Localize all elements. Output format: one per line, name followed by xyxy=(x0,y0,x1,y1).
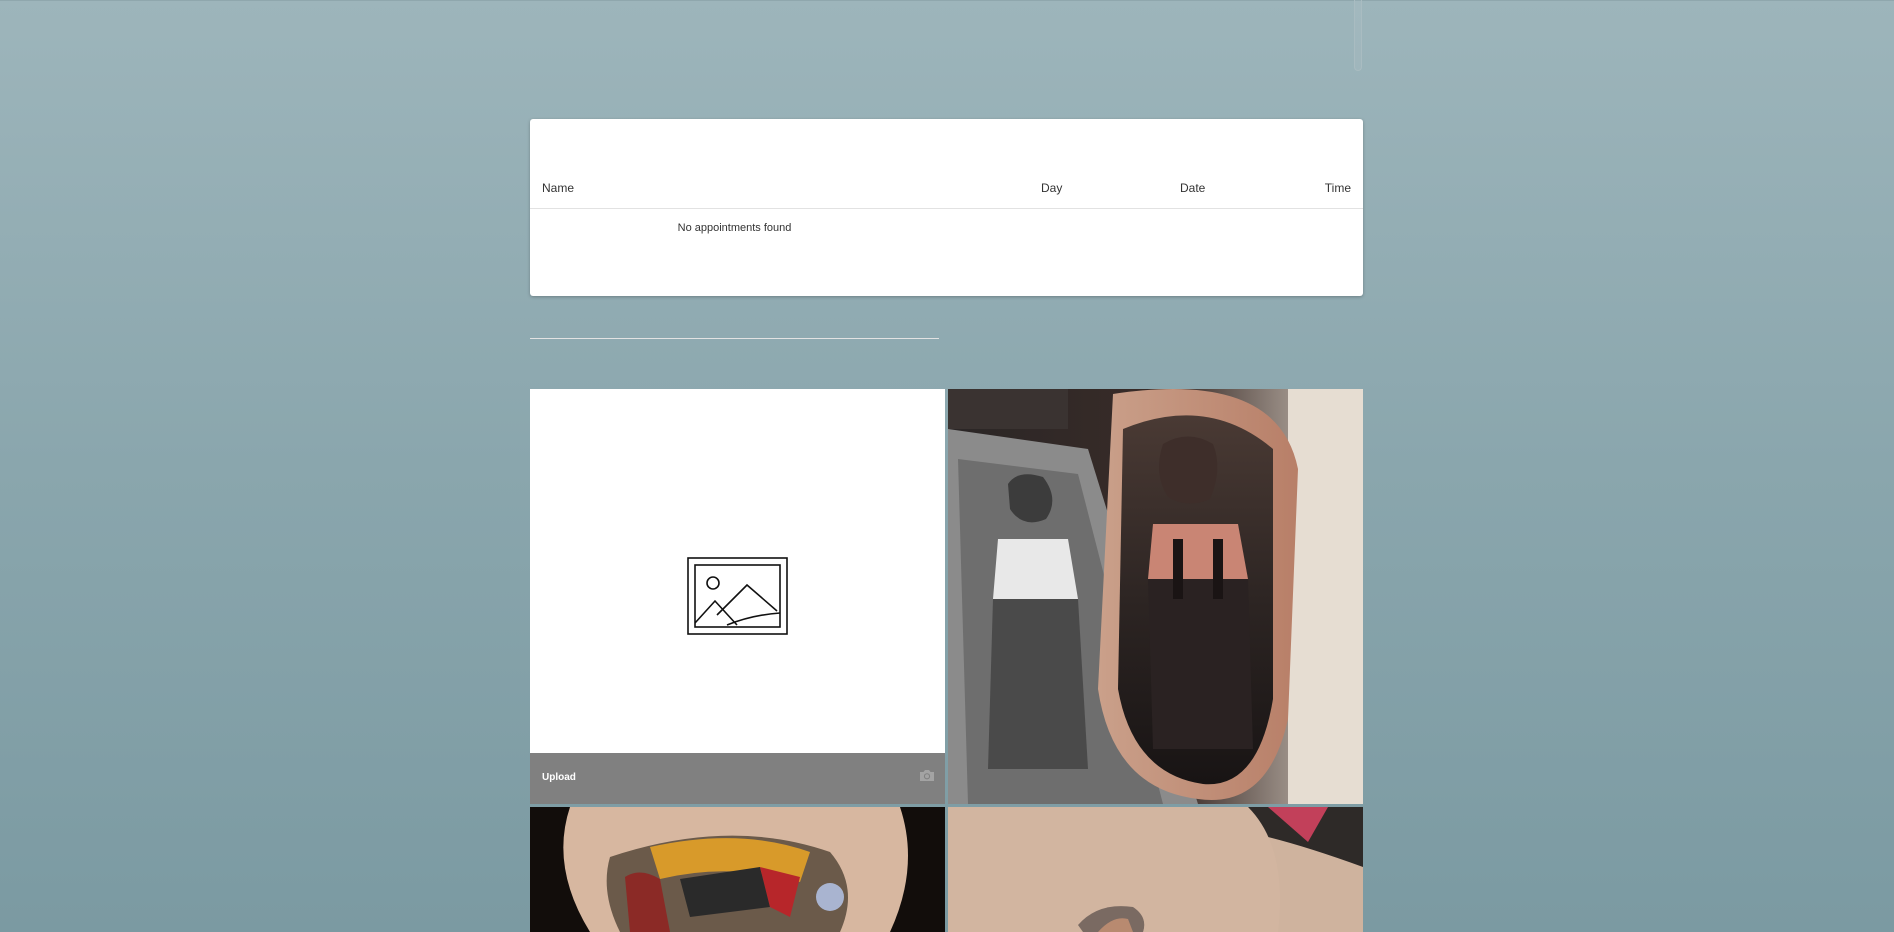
tattoo-photo-image xyxy=(948,807,1363,932)
upload-bar[interactable]: Upload xyxy=(530,753,945,804)
gallery-photo-3[interactable] xyxy=(948,807,1363,932)
upload-tile[interactable]: Upload xyxy=(530,389,945,804)
empty-state-message: No appointments found xyxy=(677,222,792,234)
tattoo-photo-image xyxy=(530,807,945,932)
column-header-time[interactable]: Time xyxy=(1325,181,1351,195)
scroll-handle[interactable] xyxy=(1354,0,1362,71)
gallery-photo-2[interactable] xyxy=(530,807,945,932)
image-placeholder-icon xyxy=(687,557,788,635)
camera-icon[interactable] xyxy=(919,768,935,782)
column-header-date[interactable]: Date xyxy=(1180,181,1205,195)
upload-label[interactable]: Upload xyxy=(542,772,576,783)
appointments-card: Name Day Date Time No appointments found xyxy=(530,119,1363,339)
gallery-photo-1[interactable] xyxy=(948,389,1363,804)
top-edge xyxy=(0,0,1894,1)
column-header-day[interactable]: Day xyxy=(1041,181,1062,195)
tattoo-photo-image xyxy=(948,389,1363,804)
row-divider xyxy=(530,338,939,339)
column-header-name[interactable]: Name xyxy=(542,181,574,195)
empty-state-row: No appointments found xyxy=(530,209,939,367)
